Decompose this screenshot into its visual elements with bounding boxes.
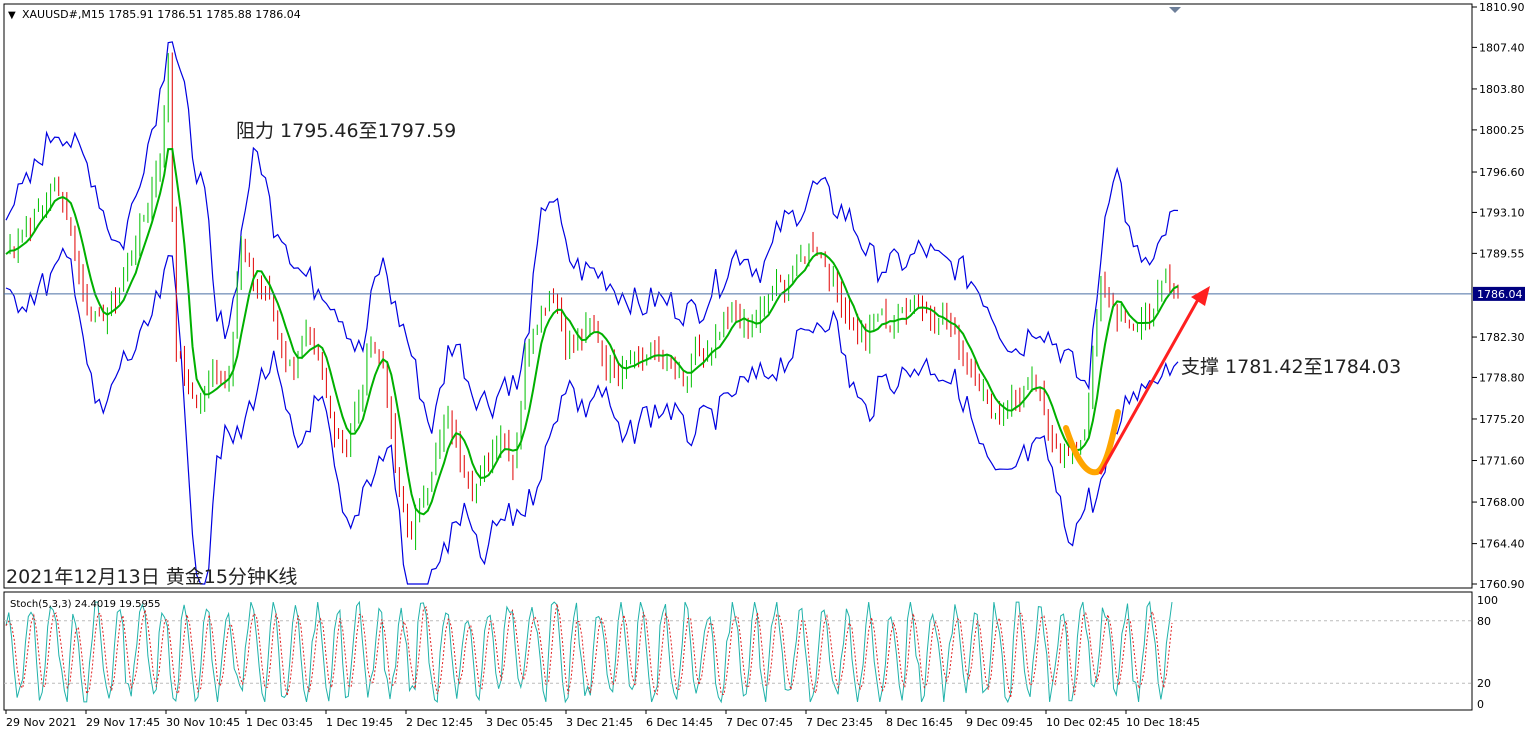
price-tick-label: 1796.60 [1479,166,1525,179]
stoch-label: Stoch(5,3,3) 24.4019 19.5955 [10,599,161,610]
resistance-annotation: 阻力 1795.46至1797.59 [236,120,456,142]
chart-menu-icon[interactable]: ▼ [8,10,16,21]
price-tick-label: 1793.10 [1479,206,1525,219]
stoch-level-label: 100 [1477,594,1498,607]
price-tick-label: 1807.40 [1479,41,1525,54]
chart-canvas[interactable]: 1810.90 1807.40 1803.80 1800.25 1796.60 1793.… [0,0,1530,740]
time-tick-label: 29 Nov 17:45 [86,716,160,729]
price-tick-label: 1810.90 [1479,1,1525,14]
time-tick-label: 7 Dec 23:45 [806,716,873,729]
time-tick-label: 30 Nov 10:45 [166,716,240,729]
time-tick-label: 8 Dec 16:45 [886,716,953,729]
price-tick-label: 1760.90 [1479,578,1525,591]
price-tick-label: 1775.20 [1479,413,1525,426]
price-tick-label: 1782.30 [1479,331,1525,344]
time-tick-label: 3 Dec 05:45 [486,716,553,729]
time-tick-label: 29 Nov 2021 [6,716,76,729]
chart-caption: 2021年12月13日 黄金15分钟K线 [6,566,297,588]
symbol-header: XAUUSD#,M15 1785.91 1786.51 1785.88 1786… [22,8,301,21]
stoch-level-label: 80 [1477,615,1491,628]
time-tick-label: 1 Dec 03:45 [246,716,313,729]
current-price-label: 1786.04 [1477,288,1523,301]
price-tick-label: 1800.25 [1479,124,1525,137]
time-tick-label: 1 Dec 19:45 [326,716,393,729]
price-tick-label: 1764.40 [1479,538,1525,551]
price-tick-label: 1803.80 [1479,83,1525,96]
stoch-level-label: 0 [1477,698,1484,711]
time-tick-label: 6 Dec 14:45 [646,716,713,729]
time-tick-label: 3 Dec 21:45 [566,716,633,729]
time-axis: 29 Nov 2021 29 Nov 17:45 30 Nov 10:45 1 Dec… [5,710,1200,729]
price-tick-label: 1771.60 [1479,455,1525,468]
stoch-pane[interactable] [3,591,1473,711]
time-tick-label: 2 Dec 12:45 [406,716,473,729]
price-tick-label: 1778.80 [1479,371,1525,384]
time-tick-label: 10 Dec 02:45 [1046,716,1120,729]
main-pane[interactable] [3,3,1473,589]
time-tick-label: 9 Dec 09:45 [966,716,1033,729]
time-tick-label: 10 Dec 18:45 [1126,716,1200,729]
stoch-level-label: 20 [1477,677,1491,690]
support-annotation: 支撑 1781.42至1784.03 [1181,356,1401,378]
time-tick-label: 7 Dec 07:45 [726,716,793,729]
price-tick-label: 1789.55 [1479,247,1525,260]
price-tick-label: 1768.00 [1479,496,1525,509]
